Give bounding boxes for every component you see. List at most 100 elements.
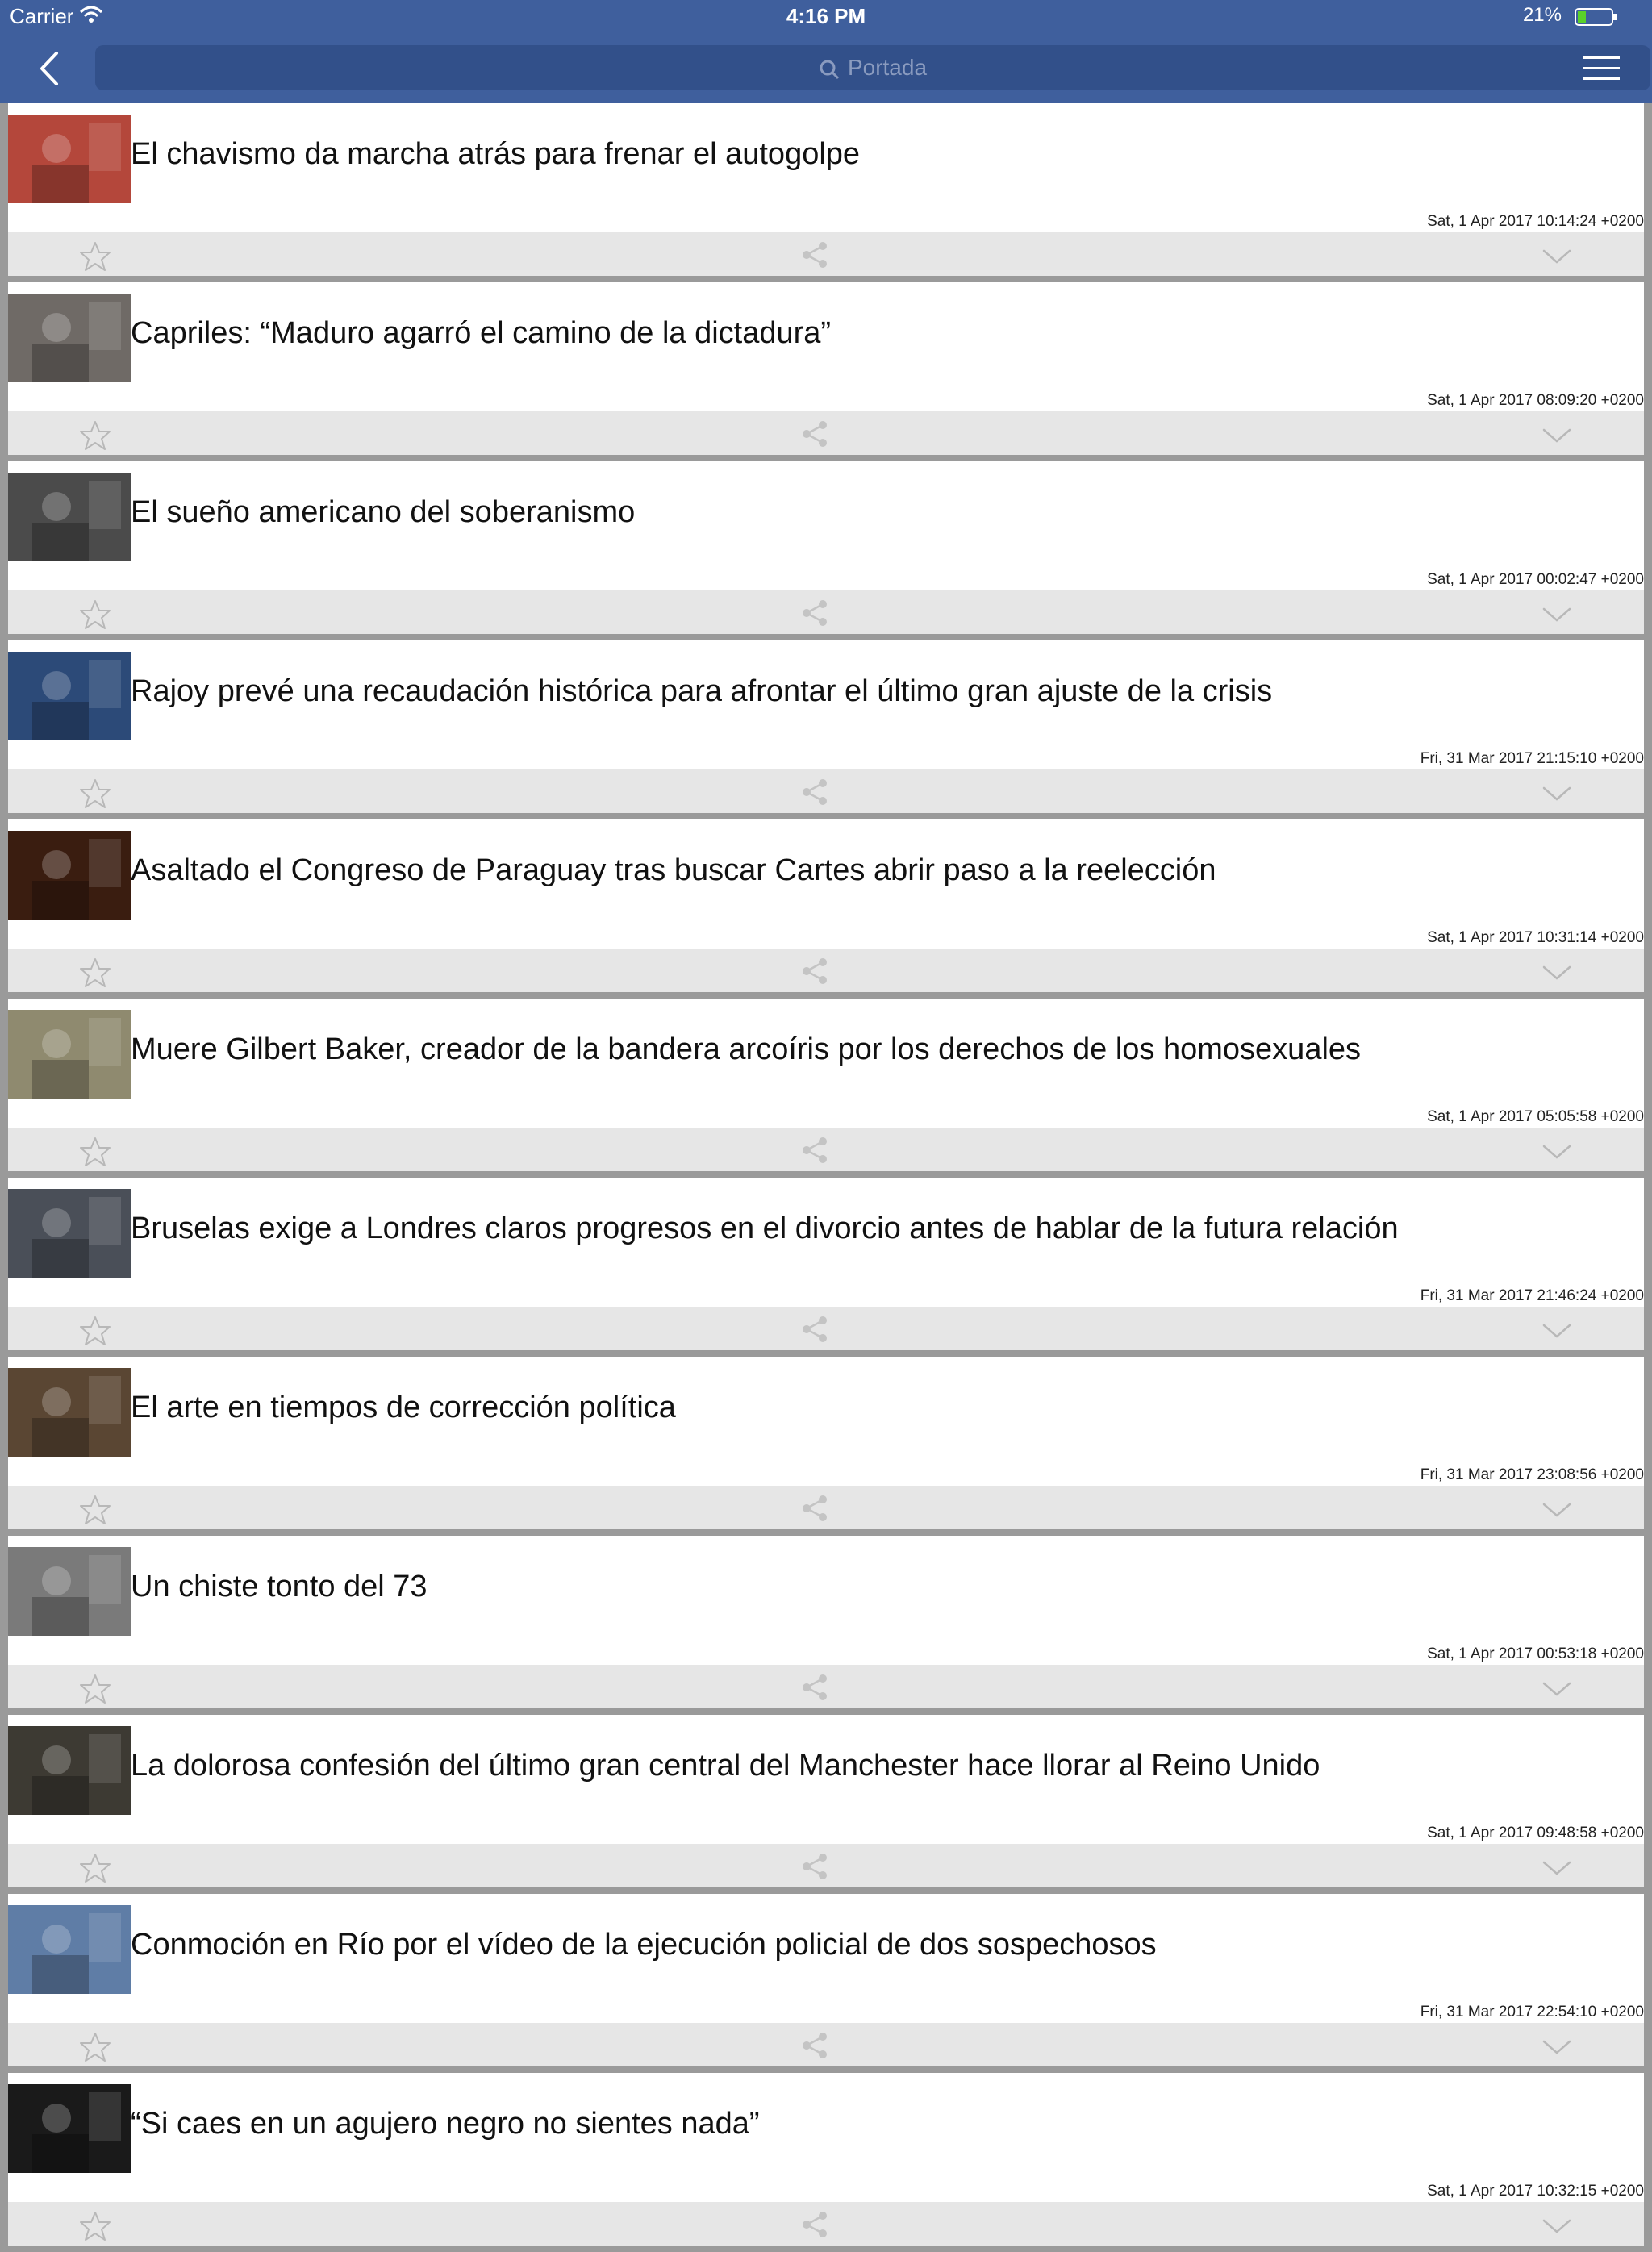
article-title[interactable]: Capriles: “Maduro agarró el camino de la…	[131, 316, 831, 351]
navigation-bar: Portada	[0, 34, 1652, 103]
chevron-down-icon[interactable]	[1541, 963, 1573, 982]
article-card[interactable]: Capriles: “Maduro agarró el camino de la…	[8, 282, 1644, 455]
article-actions-bar	[8, 232, 1644, 276]
article-card[interactable]: Bruselas exige a Londres claros progreso…	[8, 1178, 1644, 1350]
share-icon[interactable]	[800, 240, 829, 269]
article-thumbnail[interactable]	[8, 1547, 131, 1636]
article-actions-bar	[8, 411, 1644, 455]
share-icon[interactable]	[800, 1136, 829, 1165]
article-thumbnail[interactable]	[8, 115, 131, 203]
article-card[interactable]: Rajoy prevé una recaudación histórica pa…	[8, 640, 1644, 813]
star-icon[interactable]	[79, 957, 111, 989]
article-thumbnail[interactable]	[8, 831, 131, 920]
share-icon[interactable]	[800, 957, 829, 986]
share-icon[interactable]	[800, 2031, 829, 2060]
article-thumbnail[interactable]	[8, 1726, 131, 1815]
article-title[interactable]: El arte en tiempos de corrección polític…	[131, 1391, 676, 1425]
share-icon[interactable]	[800, 1494, 829, 1523]
article-card[interactable]: “Si caes en un agujero negro no sientes …	[8, 2073, 1644, 2246]
article-date: Sat, 1 Apr 2017 00:02:47 +0200	[1427, 571, 1644, 588]
article-actions-bar	[8, 1844, 1644, 1887]
article-card[interactable]: Conmoción en Río por el vídeo de la ejec…	[8, 1894, 1644, 2066]
article-title[interactable]: Rajoy prevé una recaudación histórica pa…	[131, 674, 1272, 709]
share-icon[interactable]	[800, 778, 829, 807]
article-list: El chavismo da marcha atrás para frenar …	[8, 103, 1644, 2252]
article-date: Fri, 31 Mar 2017 23:08:56 +0200	[1420, 1466, 1644, 1483]
article-title[interactable]: “Si caes en un agujero negro no sientes …	[131, 2107, 760, 2141]
article-title[interactable]: Un chiste tonto del 73	[131, 1570, 428, 1604]
chevron-down-icon[interactable]	[1541, 784, 1573, 803]
article-date: Sat, 1 Apr 2017 10:32:15 +0200	[1427, 2183, 1644, 2200]
search-placeholder: Portada	[847, 55, 928, 80]
article-thumbnail[interactable]	[8, 1189, 131, 1278]
article-title[interactable]: Asaltado el Congreso de Paraguay tras bu…	[131, 853, 1216, 888]
chevron-down-icon[interactable]	[1541, 1858, 1573, 1878]
article-title[interactable]: El sueño americano del soberanismo	[131, 495, 635, 530]
article-actions-bar	[8, 2202, 1644, 2246]
chevron-down-icon[interactable]	[1541, 1142, 1573, 1161]
search-icon	[820, 60, 840, 79]
article-title[interactable]: El chavismo da marcha atrás para frenar …	[131, 137, 860, 172]
star-icon[interactable]	[79, 778, 111, 810]
article-card[interactable]: Asaltado el Congreso de Paraguay tras bu…	[8, 819, 1644, 992]
article-card[interactable]: El chavismo da marcha atrás para frenar …	[8, 103, 1644, 276]
star-icon[interactable]	[79, 2031, 111, 2063]
chevron-down-icon[interactable]	[1541, 2217, 1573, 2236]
star-icon[interactable]	[79, 240, 111, 273]
chevron-down-icon[interactable]	[1541, 426, 1573, 445]
chevron-down-icon[interactable]	[1541, 247, 1573, 266]
star-icon[interactable]	[79, 1315, 111, 1347]
share-icon[interactable]	[800, 1315, 829, 1344]
article-title[interactable]: Muere Gilbert Baker, creador de la bande…	[131, 1032, 1361, 1067]
article-date: Sat, 1 Apr 2017 10:14:24 +0200	[1427, 213, 1644, 230]
article-title[interactable]: Conmoción en Río por el vídeo de la ejec…	[131, 1928, 1157, 1962]
chevron-down-icon[interactable]	[1541, 1321, 1573, 1341]
star-icon[interactable]	[79, 1494, 111, 1526]
share-icon[interactable]	[800, 419, 829, 448]
article-card[interactable]: Un chiste tonto del 73 Sat, 1 Apr 2017 0…	[8, 1536, 1644, 1708]
article-card[interactable]: La dolorosa confesión del último gran ce…	[8, 1715, 1644, 1887]
article-date: Fri, 31 Mar 2017 22:54:10 +0200	[1420, 2004, 1644, 2021]
star-icon[interactable]	[79, 598, 111, 631]
article-thumbnail[interactable]	[8, 1010, 131, 1099]
search-bar[interactable]: Portada	[95, 45, 1650, 90]
star-icon[interactable]	[79, 2210, 111, 2242]
article-thumbnail[interactable]	[8, 1368, 131, 1457]
article-card[interactable]: Muere Gilbert Baker, creador de la bande…	[8, 999, 1644, 1171]
chevron-down-icon[interactable]	[1541, 2037, 1573, 2057]
chevron-down-icon[interactable]	[1541, 605, 1573, 624]
article-actions-bar	[8, 1307, 1644, 1350]
article-actions-bar	[8, 590, 1644, 634]
article-actions-bar	[8, 2023, 1644, 2066]
battery-icon	[1575, 8, 1617, 26]
battery-percent: 21%	[1522, 4, 1562, 26]
share-icon[interactable]	[800, 2210, 829, 2239]
article-date: Sat, 1 Apr 2017 08:09:20 +0200	[1427, 392, 1644, 409]
share-icon[interactable]	[800, 1852, 829, 1881]
article-date: Fri, 31 Mar 2017 21:15:10 +0200	[1420, 750, 1644, 767]
article-title[interactable]: Bruselas exige a Londres claros progreso…	[131, 1211, 1399, 1246]
article-date: Sat, 1 Apr 2017 00:53:18 +0200	[1427, 1645, 1644, 1662]
star-icon[interactable]	[79, 1673, 111, 1705]
back-chevron-icon[interactable]	[31, 48, 69, 89]
article-thumbnail[interactable]	[8, 473, 131, 561]
article-thumbnail[interactable]	[8, 2084, 131, 2173]
star-icon[interactable]	[79, 419, 111, 452]
article-actions-bar	[8, 949, 1644, 992]
article-date: Sat, 1 Apr 2017 09:48:58 +0200	[1427, 1825, 1644, 1841]
chevron-down-icon[interactable]	[1541, 1500, 1573, 1520]
article-actions-bar	[8, 769, 1644, 813]
article-thumbnail[interactable]	[8, 294, 131, 382]
article-thumbnail[interactable]	[8, 1905, 131, 1994]
article-thumbnail[interactable]	[8, 652, 131, 740]
article-card[interactable]: El arte en tiempos de corrección polític…	[8, 1357, 1644, 1529]
article-date: Sat, 1 Apr 2017 10:31:14 +0200	[1427, 929, 1644, 946]
hamburger-menu-icon[interactable]	[1583, 52, 1620, 84]
article-card[interactable]: El sueño americano del soberanismo Sat, …	[8, 461, 1644, 634]
article-title[interactable]: La dolorosa confesión del último gran ce…	[131, 1749, 1320, 1783]
share-icon[interactable]	[800, 1673, 829, 1702]
chevron-down-icon[interactable]	[1541, 1679, 1573, 1699]
share-icon[interactable]	[800, 598, 829, 628]
star-icon[interactable]	[79, 1136, 111, 1168]
star-icon[interactable]	[79, 1852, 111, 1884]
